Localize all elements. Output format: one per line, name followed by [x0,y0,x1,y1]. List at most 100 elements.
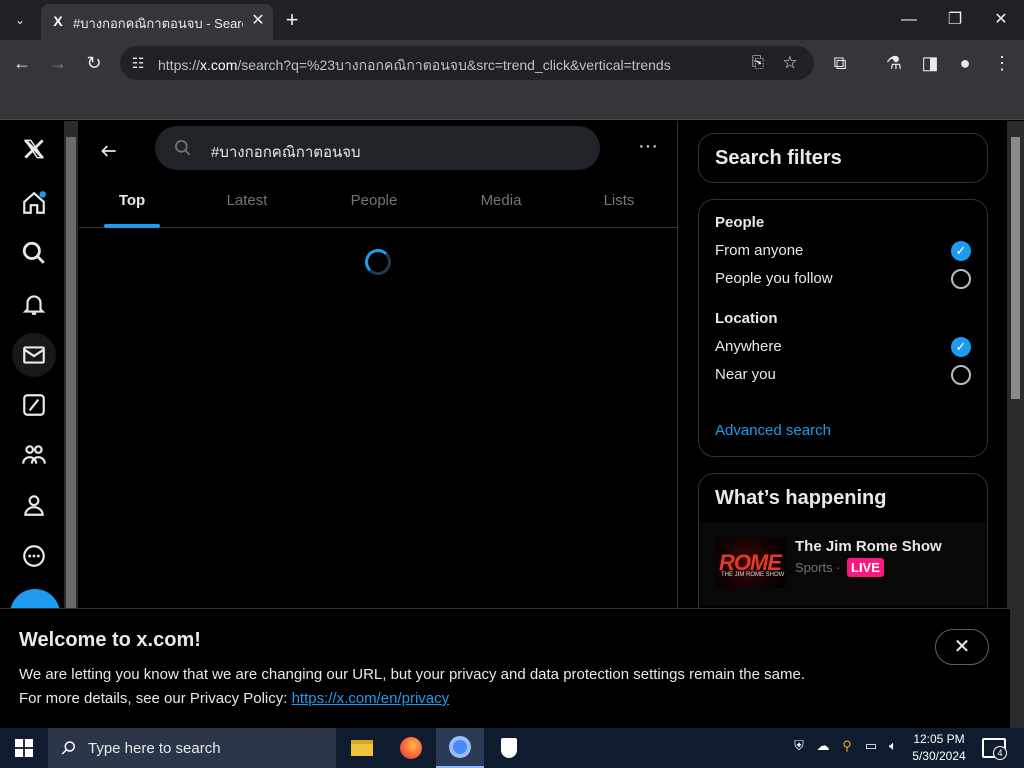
window-close-icon[interactable]: ✕ [978,0,1024,40]
location-heading: Location [715,310,778,327]
filter-anywhere[interactable]: Anywhere [715,338,782,355]
windows-start-icon[interactable] [0,728,48,768]
x-logo-icon[interactable] [12,127,56,171]
privacy-policy-link[interactable]: https://x.com/en/privacy [292,690,450,707]
tab-title: #บางกอกคณิกาตอนจบ - Search / [73,16,243,31]
tab-lists[interactable]: Lists [563,177,675,228]
filters-options-card: People From anyone ✓ People you follow L… [698,199,988,457]
restore-icon[interactable]: ❐ [932,0,978,40]
reload-icon[interactable]: ↻ [80,49,108,77]
messages-envelope-icon[interactable] [12,333,56,377]
loading-spinner [365,249,391,275]
communities-icon[interactable] [12,433,56,477]
extensions-icon[interactable]: ⧉ [826,49,854,77]
filter-near-you[interactable]: Near you [715,366,776,383]
network-tray-icon[interactable]: ▭ [862,738,880,758]
x-favicon-icon: X [53,13,63,29]
filter-people-you-follow[interactable]: People you follow [715,270,833,287]
taskbar-search-icon [61,741,75,755]
whats-happening-card: What’s happening ROME THE JIM ROME SHOW … [698,473,988,608]
trend-name: The Jim Rome Show [795,538,942,555]
site-settings-icon[interactable]: ☷ [124,49,152,77]
notifications-bell-icon[interactable] [12,282,56,326]
browser-tab[interactable]: X #บางกอกคณิกาตอนจบ - Search / ✕ [41,4,273,40]
minimize-icon[interactable]: — [886,0,932,40]
banner-message: We are letting you know that we are chan… [19,666,805,683]
banner-privacy-line: For more details, see our Privacy Policy… [19,690,450,707]
search-tray-icon[interactable]: ⚲ [838,738,856,758]
welcome-banner: Welcome to x.com! We are letting you kno… [0,608,1010,728]
back-arrow-icon [101,145,116,157]
address-bar[interactable]: ☷ https://x.com/search?q=%23บางกอกคณิกาต… [120,46,814,80]
search-input[interactable]: #บางกอกคณิกาตอนจบ [155,126,600,170]
side-panel-icon[interactable]: ◨ [916,49,944,77]
left-navigation [0,121,64,608]
tab-close-icon[interactable]: ✕ [248,11,268,31]
security-shield-icon[interactable] [485,728,533,768]
home-icon[interactable] [12,181,56,225]
clock-time: 12:05 PM [913,732,965,746]
more-options-icon[interactable]: ··· [631,133,665,167]
trend-category: Sports · [795,560,841,575]
taskbar-search-placeholder: Type here to search [88,740,221,757]
tab-top[interactable]: Top [79,177,185,228]
near-you-radio[interactable] [951,365,971,385]
taskbar-clock[interactable]: 12:05 PM 5/30/2024 [904,731,974,765]
menu-kebab-icon[interactable]: ⋮ [988,49,1016,77]
volume-tray-icon[interactable]: 🔈︎ [884,738,902,758]
filter-from-anyone[interactable]: From anyone [715,242,803,259]
grok-icon[interactable] [12,383,56,427]
tab-latest[interactable]: Latest [185,177,309,228]
from-anyone-check-icon[interactable]: ✓ [951,241,971,261]
browser-toolbar: ← → ↻ ☷ https://x.com/search?q=%23บางกอก… [0,40,1024,86]
search-column: #บางกอกคณิกาตอนจบ ··· Top Latest People … [79,121,678,608]
search-filters-card: Search filters [698,133,988,183]
clock-date: 5/30/2024 [912,749,966,763]
people-heading: People [715,214,765,231]
url-text: https://x.com/search?q=%23บางกอกคณิกาตอน… [158,57,671,73]
notification-center-icon[interactable]: 4 [982,738,1007,760]
tab-people[interactable]: People [309,177,439,228]
defender-tray-icon[interactable]: ⛨ [790,738,808,758]
advanced-search-link[interactable]: Advanced search [715,422,831,439]
banner-close-button[interactable]: ✕ [935,629,989,665]
tab-media[interactable]: Media [439,177,563,228]
bookmark-bar [0,86,1024,120]
post-compose-button[interactable] [10,589,60,608]
search-filters-title: Search filters [715,147,842,169]
forward-arrow-icon[interactable]: → [44,49,72,77]
explore-search-icon[interactable] [12,231,56,275]
install-app-icon[interactable]: ⎘ [744,49,772,77]
nav-scrollbar[interactable] [64,121,78,608]
banner-heading: Welcome to x.com! [19,629,201,651]
new-tab-plus-icon[interactable]: + [278,6,306,34]
anywhere-check-icon[interactable]: ✓ [951,337,971,357]
x-app: #บางกอกคณิกาตอนจบ ··· Top Latest People … [0,121,1010,608]
trend-item[interactable]: ROME THE JIM ROME SHOW The Jim Rome Show… [699,522,987,606]
firefox-icon[interactable] [387,728,435,768]
chrome-icon[interactable] [436,728,484,768]
whats-happening-title: What’s happening [715,487,887,509]
profile-icon[interactable]: ● [951,49,979,77]
active-tab-indicator [104,224,160,228]
labs-flask-icon[interactable]: ⚗ [880,49,908,77]
people-you-follow-radio[interactable] [951,269,971,289]
cloud-tray-icon[interactable]: ☁ [814,738,832,758]
file-explorer-icon[interactable] [338,728,386,768]
profile-person-icon[interactable] [12,483,56,527]
bookmark-star-icon[interactable]: ☆ [776,49,804,77]
browser-tabstrip: ⌄ X #บางกอกคณิกาตอนจบ - Search / ✕ + — ❐… [0,0,1024,40]
trend-thumbnail: ROME THE JIM ROME SHOW [715,538,785,588]
windows-taskbar: Type here to search ⛨ ☁ ⚲ ▭ 🔈︎ 12:05 PM … [0,728,1024,768]
right-sidebar: Search filters People From anyone ✓ Peop… [678,121,1010,608]
more-circle-icon[interactable] [12,534,56,578]
tab-search-chevron-icon[interactable]: ⌄ [6,6,34,34]
live-badge: LIVE [847,558,884,577]
taskbar-search-box[interactable]: Type here to search [48,728,336,768]
search-icon [175,140,191,156]
search-tabs: Top Latest People Media Lists [79,177,678,228]
notification-count: 4 [993,746,1007,760]
back-button[interactable] [91,133,127,169]
search-query-text: #บางกอกคณิกาตอนจบ [211,144,361,161]
back-arrow-icon[interactable]: ← [8,49,36,77]
